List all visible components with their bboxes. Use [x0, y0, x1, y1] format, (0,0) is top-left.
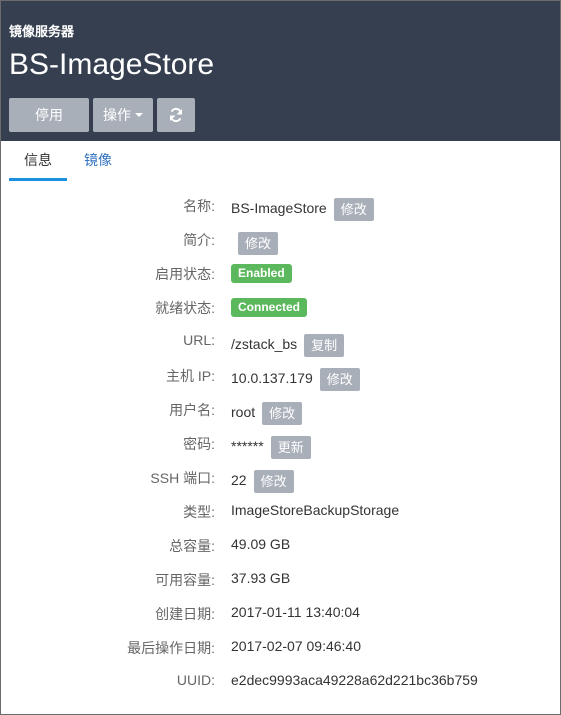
page-header: 镜像服务器 BS-ImageStore 停用 操作 [1, 1, 560, 141]
ready-state-value-wrap: Connected [231, 298, 308, 317]
created-date-label: 创建日期: [155, 606, 215, 622]
detail-row-ssh-port: SSH 端口: 22 修改 [1, 460, 560, 494]
type-value: ImageStoreBackupStorage [231, 502, 400, 518]
host-ip-value-wrap: 10.0.137.179 修改 [231, 366, 360, 391]
detail-row-password: 密码: ****** 更新 [1, 426, 560, 460]
enable-state-badge: Enabled [231, 264, 292, 283]
edit-description-button[interactable]: 修改 [238, 232, 279, 255]
copy-url-button[interactable]: 复制 [304, 334, 345, 357]
operations-label: 操作 [103, 107, 131, 123]
enable-state-value-wrap: Enabled [231, 264, 292, 283]
last-op-date-label: 最后操作日期: [127, 640, 215, 656]
description-value-wrap: 修改 [231, 230, 279, 255]
host-ip-label: 主机 IP: [165, 368, 215, 384]
password-value: ****** [231, 437, 264, 454]
password-label: 密码: [183, 436, 215, 452]
tab-images[interactable]: 镜像 [69, 141, 127, 181]
name-value: BS-ImageStore [231, 199, 327, 216]
url-value: /zstack_bs [231, 335, 298, 352]
username-value-wrap: root 修改 [231, 400, 303, 425]
description-label: 简介: [183, 232, 215, 248]
created-date-value: 2017-01-11 13:40:04 [231, 604, 360, 620]
detail-row-description: 简介: 修改 [1, 222, 560, 256]
refresh-icon [170, 107, 182, 123]
ssh-port-label: SSH 端口: [150, 470, 215, 486]
edit-ssh-port-button[interactable]: 修改 [253, 470, 294, 493]
total-capacity-label: 总容量: [169, 538, 215, 554]
url-value-wrap: /zstack_bs 复制 [231, 332, 345, 357]
disable-button[interactable]: 停用 [9, 98, 89, 132]
detail-row-last-op-date: 最后操作日期: 2017-02-07 09:46:40 [1, 630, 560, 664]
detail-row-enable-state: 启用状态: Enabled [1, 256, 560, 290]
edit-host-ip-button[interactable]: 修改 [319, 368, 360, 391]
detail-row-type: 类型: ImageStoreBackupStorage [1, 494, 560, 528]
edit-username-button[interactable]: 修改 [262, 402, 303, 425]
detail-row-created-date: 创建日期: 2017-01-11 13:40:04 [1, 596, 560, 630]
available-capacity-value: 37.93 GB [231, 570, 291, 586]
ready-state-badge: Connected [231, 298, 308, 317]
toolbar: 停用 操作 [9, 98, 195, 132]
detail-row-uuid: UUID: e2dec9993aca49228a62d221bc36b759 [1, 664, 560, 698]
detail-row-available-capacity: 可用容量: 37.93 GB [1, 562, 560, 596]
detail-row-ready-state: 就绪状态: Connected [1, 290, 560, 324]
edit-name-button[interactable]: 修改 [333, 198, 374, 221]
page-title: BS-ImageStore [9, 48, 215, 81]
app-window: 镜像服务器 BS-ImageStore 停用 操作 信息 镜像 名称: BS-I… [0, 0, 561, 715]
tab-bar: 信息 镜像 [9, 141, 127, 181]
uuid-label: UUID: [176, 672, 215, 688]
caret-down-icon [135, 113, 143, 117]
host-ip-value: 10.0.137.179 [231, 369, 313, 386]
detail-row-host-ip: 主机 IP: 10.0.137.179 修改 [1, 358, 560, 392]
available-capacity-label: 可用容量: [155, 572, 215, 588]
ssh-port-value-wrap: 22 修改 [231, 468, 294, 493]
url-label: URL: [183, 332, 215, 348]
details-list: 名称: BS-ImageStore 修改 简介: 修改 启用状态: Enable… [1, 188, 560, 698]
uuid-value: e2dec9993aca49228a62d221bc36b759 [231, 672, 478, 688]
name-label: 名称: [183, 198, 215, 214]
username-value: root [231, 403, 256, 420]
ssh-port-value: 22 [231, 471, 247, 488]
tab-info[interactable]: 信息 [9, 141, 67, 181]
refresh-button[interactable] [157, 98, 195, 132]
detail-row-name: 名称: BS-ImageStore 修改 [1, 188, 560, 222]
username-label: 用户名: [169, 402, 215, 418]
name-value-wrap: BS-ImageStore 修改 [231, 196, 374, 221]
page-subtitle: 镜像服务器 [9, 24, 75, 39]
password-value-wrap: ****** 更新 [231, 434, 311, 459]
last-op-date-value: 2017-02-07 09:46:40 [231, 638, 361, 654]
operations-dropdown-button[interactable]: 操作 [93, 98, 153, 132]
enable-state-label: 启用状态: [155, 266, 215, 282]
detail-row-url: URL: /zstack_bs 复制 [1, 324, 560, 358]
update-password-button[interactable]: 更新 [270, 436, 311, 459]
total-capacity-value: 49.09 GB [231, 536, 291, 552]
ready-state-label: 就绪状态: [155, 300, 215, 316]
detail-row-username: 用户名: root 修改 [1, 392, 560, 426]
type-label: 类型: [183, 504, 215, 520]
detail-row-total-capacity: 总容量: 49.09 GB [1, 528, 560, 562]
